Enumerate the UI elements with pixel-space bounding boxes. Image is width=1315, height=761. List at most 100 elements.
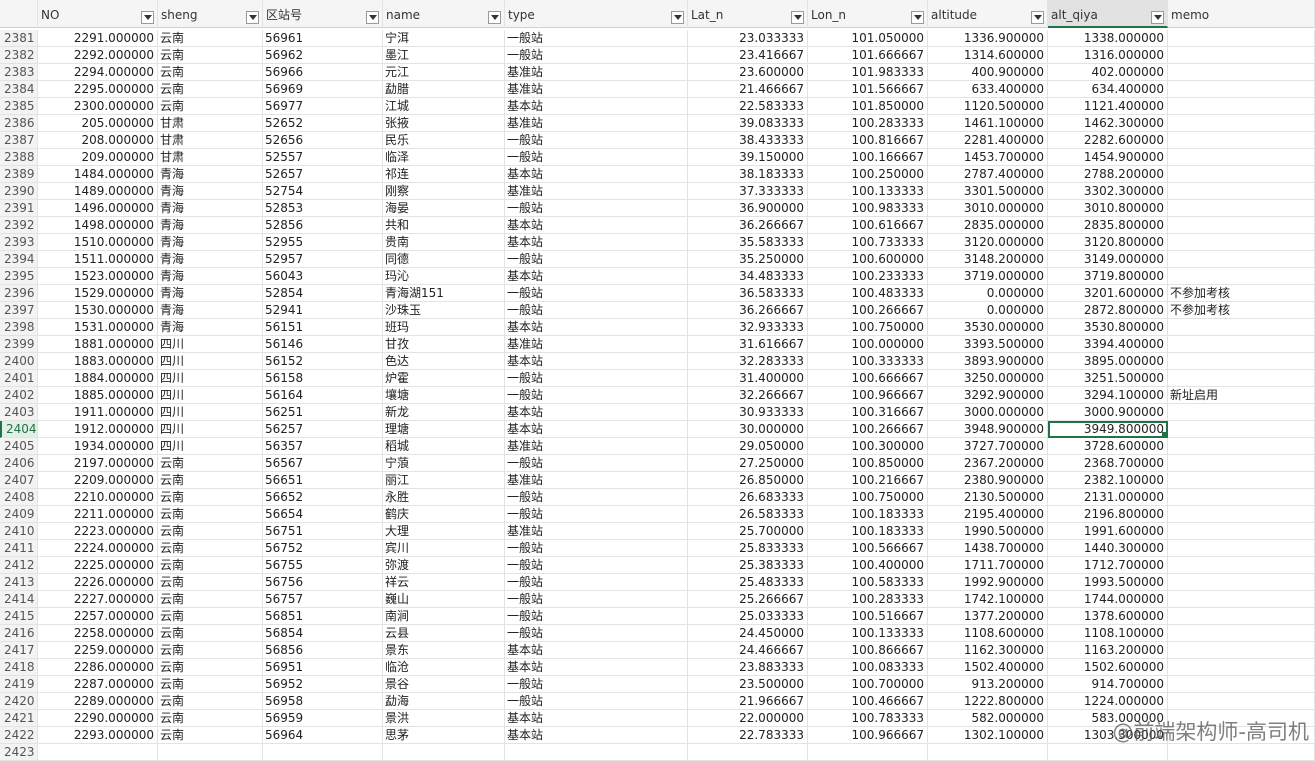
cell-Lat_n[interactable]: 37.333333 (688, 183, 808, 200)
row-number[interactable]: 2402 (0, 387, 38, 404)
cell-区站号[interactable]: 56652 (263, 489, 383, 506)
cell-sheng[interactable]: 甘肃 (158, 149, 263, 166)
cell-Lon_n[interactable]: 100.133333 (808, 625, 928, 642)
cell-altitude[interactable]: 1377.200000 (928, 608, 1048, 625)
cell-Lon_n[interactable]: 100.866667 (808, 642, 928, 659)
cell-区站号[interactable]: 52941 (263, 302, 383, 319)
cell-Lon_n[interactable]: 100.850000 (808, 455, 928, 472)
cell-altitude[interactable]: 2787.400000 (928, 166, 1048, 183)
cell-Lon_n[interactable]: 100.266667 (808, 302, 928, 319)
cell-altitude[interactable]: 3148.200000 (928, 251, 1048, 268)
row-number[interactable]: 2416 (0, 625, 38, 642)
cell-name[interactable]: 同德 (383, 251, 505, 268)
cell-区站号[interactable]: 56152 (263, 353, 383, 370)
cell-Lat_n[interactable]: 23.883333 (688, 659, 808, 676)
cell-sheng[interactable]: 四川 (158, 421, 263, 438)
cell-memo[interactable] (1168, 64, 1315, 81)
cell-Lat_n[interactable]: 26.583333 (688, 506, 808, 523)
cell-Lon_n[interactable]: 100.750000 (808, 489, 928, 506)
cell-Lon_n[interactable]: 100.166667 (808, 149, 928, 166)
cell-alt_qiya[interactable]: 3120.800000 (1048, 234, 1168, 251)
column-header-alt_qiya[interactable]: alt_qiya (1048, 0, 1168, 28)
filter-dropdown-icon[interactable] (1031, 11, 1044, 24)
cell-alt_qiya[interactable]: 2872.800000 (1048, 302, 1168, 319)
cell-type[interactable]: 基准站 (505, 472, 688, 489)
row-number[interactable]: 2412 (0, 557, 38, 574)
cell-NO[interactable]: 1529.000000 (38, 285, 158, 302)
cell-memo[interactable] (1168, 132, 1315, 149)
cell-name[interactable]: 宁洱 (383, 30, 505, 47)
cell-type[interactable]: 一般站 (505, 455, 688, 472)
cell-type[interactable]: 基本站 (505, 319, 688, 336)
cell-Lat_n[interactable]: 21.966667 (688, 693, 808, 710)
row-number[interactable]: 2407 (0, 472, 38, 489)
row-number[interactable]: 2383 (0, 64, 38, 81)
row-number[interactable]: 2413 (0, 574, 38, 591)
cell-alt_qiya[interactable]: 1338.000000 (1048, 30, 1168, 47)
cell-type[interactable]: 一般站 (505, 591, 688, 608)
cell-Lat_n[interactable]: 30.000000 (688, 421, 808, 438)
cell-Lat_n[interactable]: 25.033333 (688, 608, 808, 625)
cell-NO[interactable]: 2289.000000 (38, 693, 158, 710)
cell-memo[interactable] (1168, 115, 1315, 132)
cell-区站号[interactable]: 56567 (263, 455, 383, 472)
cell-altitude[interactable]: 0.000000 (928, 285, 1048, 302)
cell-sheng[interactable]: 四川 (158, 438, 263, 455)
cell-altitude[interactable]: 1120.500000 (928, 98, 1048, 115)
cell-NO[interactable]: 2223.000000 (38, 523, 158, 540)
cell-alt_qiya[interactable]: 1991.600000 (1048, 523, 1168, 540)
row-number[interactable]: 2384 (0, 81, 38, 98)
cell-Lat_n[interactable]: 29.050000 (688, 438, 808, 455)
cell-name[interactable] (383, 744, 505, 761)
cell-区站号[interactable]: 56043 (263, 268, 383, 285)
cell-Lon_n[interactable]: 100.300000 (808, 438, 928, 455)
cell-Lat_n[interactable]: 38.433333 (688, 132, 808, 149)
cell-sheng[interactable]: 云南 (158, 574, 263, 591)
cell-NO[interactable]: 2227.000000 (38, 591, 158, 608)
cell-sheng[interactable]: 青海 (158, 234, 263, 251)
cell-altitude[interactable]: 3301.500000 (928, 183, 1048, 200)
cell-NO[interactable]: 2286.000000 (38, 659, 158, 676)
cell-区站号[interactable]: 52854 (263, 285, 383, 302)
cell-name[interactable]: 沙珠玉 (383, 302, 505, 319)
cell-name[interactable]: 祁连 (383, 166, 505, 183)
cell-NO[interactable]: 1885.000000 (38, 387, 158, 404)
cell-altitude[interactable]: 0.000000 (928, 302, 1048, 319)
cell-type[interactable]: 基准站 (505, 115, 688, 132)
cell-NO[interactable]: 1484.000000 (38, 166, 158, 183)
cell-memo[interactable] (1168, 268, 1315, 285)
cell-memo[interactable] (1168, 438, 1315, 455)
cell-Lat_n[interactable]: 26.850000 (688, 472, 808, 489)
cell-altitude[interactable]: 3120.000000 (928, 234, 1048, 251)
cell-区站号[interactable]: 56962 (263, 47, 383, 64)
cell-memo[interactable] (1168, 676, 1315, 693)
row-number[interactable]: 2406 (0, 455, 38, 472)
cell-memo[interactable]: 不参加考核 (1168, 285, 1315, 302)
filter-dropdown-icon[interactable] (141, 11, 154, 24)
cell-name[interactable]: 宾川 (383, 540, 505, 557)
cell-alt_qiya[interactable]: 3294.100000 (1048, 387, 1168, 404)
cell-区站号[interactable]: 56757 (263, 591, 383, 608)
cell-NO[interactable]: 2226.000000 (38, 574, 158, 591)
cell-altitude[interactable]: 3250.000000 (928, 370, 1048, 387)
cell-区站号[interactable]: 52856 (263, 217, 383, 234)
cell-type[interactable]: 基本站 (505, 710, 688, 727)
cell-memo[interactable] (1168, 30, 1315, 47)
cell-NO[interactable]: 2295.000000 (38, 81, 158, 98)
cell-NO[interactable]: 1912.000000 (38, 421, 158, 438)
cell-Lon_n[interactable]: 100.783333 (808, 710, 928, 727)
cell-name[interactable]: 勐腊 (383, 81, 505, 98)
cell-type[interactable]: 一般站 (505, 387, 688, 404)
cell-alt_qiya[interactable]: 3302.300000 (1048, 183, 1168, 200)
cell-alt_qiya[interactable]: 914.700000 (1048, 676, 1168, 693)
cell-Lon_n[interactable]: 100.966667 (808, 727, 928, 744)
cell-name[interactable]: 民乐 (383, 132, 505, 149)
cell-alt_qiya[interactable]: 634.400000 (1048, 81, 1168, 98)
cell-altitude[interactable]: 3719.000000 (928, 268, 1048, 285)
cell-type[interactable]: 基准站 (505, 81, 688, 98)
cell-name[interactable]: 刚察 (383, 183, 505, 200)
cell-区站号[interactable]: 56651 (263, 472, 383, 489)
cell-type[interactable]: 一般站 (505, 132, 688, 149)
row-number[interactable]: 2410 (0, 523, 38, 540)
cell-NO[interactable]: 205.000000 (38, 115, 158, 132)
